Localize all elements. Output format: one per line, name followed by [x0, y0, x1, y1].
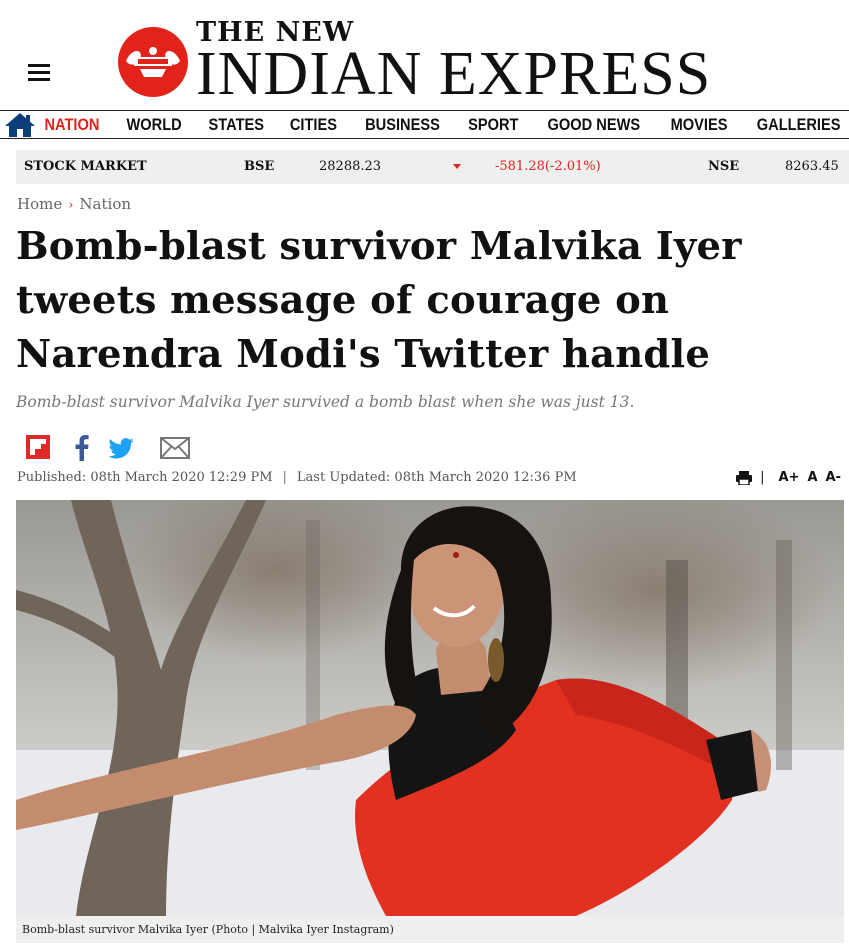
breadcrumb-home[interactable]: Home	[17, 195, 62, 213]
tools-separator: |	[760, 470, 765, 485]
nav-item-nation[interactable]: NATION	[44, 115, 99, 135]
nav-item-business[interactable]: BUSINESS	[365, 115, 440, 135]
bse-change: -581.28(-2.01%)	[495, 159, 601, 174]
down-arrow-icon	[453, 164, 461, 169]
article-meta: Published: 08th March 2020 12:29 PM | Last…	[17, 470, 577, 485]
site-header: THE NEW INDIAN EXPRESS	[0, 0, 849, 108]
meta-separator: |	[282, 470, 287, 485]
article-subhead: Bomb-blast survivor Malvika Iyer survive…	[16, 393, 635, 411]
article-photo	[16, 500, 844, 916]
font-increase-button[interactable]: A+	[779, 470, 800, 485]
nse-value: 8263.45	[785, 159, 839, 174]
breadcrumb-nation[interactable]: Nation	[79, 195, 131, 213]
email-icon[interactable]	[160, 437, 190, 459]
chevron-right-icon: ›	[68, 198, 74, 213]
logo-text-big[interactable]: INDIAN EXPRESS	[196, 43, 711, 105]
font-normal-button[interactable]: A	[807, 470, 817, 485]
facebook-icon[interactable]	[75, 435, 89, 461]
main-nav: NATION WORLD STATES CITIES BUSINESS SPOR…	[0, 110, 849, 139]
bse-label: BSE	[244, 159, 275, 174]
nse-label: NSE	[708, 159, 740, 174]
bse-value: 28288.23	[319, 159, 382, 174]
print-icon[interactable]	[736, 470, 753, 485]
logo-emblem[interactable]	[118, 27, 188, 97]
published-date: Published: 08th March 2020 12:29 PM	[17, 470, 273, 485]
stock-market-label: STOCK MARKET	[24, 159, 147, 174]
article-tools: | A+ A A-	[736, 470, 841, 485]
nav-item-states[interactable]: STATES	[208, 115, 264, 135]
nav-item-movies[interactable]: MOVIES	[670, 115, 727, 135]
updated-date: Last Updated: 08th March 2020 12:36 PM	[296, 470, 577, 485]
home-icon[interactable]	[4, 111, 36, 138]
font-decrease-button[interactable]: A-	[826, 470, 841, 485]
breadcrumb: Home › Nation	[17, 195, 131, 213]
twitter-icon[interactable]	[108, 438, 134, 459]
nav-item-world[interactable]: WORLD	[126, 115, 181, 135]
nav-item-cities[interactable]: CITIES	[290, 115, 337, 135]
nav-item-sport[interactable]: SPORT	[468, 115, 518, 135]
menu-icon[interactable]	[28, 64, 50, 82]
flipboard-icon[interactable]	[26, 435, 50, 459]
photo-caption: Bomb-blast survivor Malvika Iyer (Photo …	[16, 916, 844, 943]
article-headline: Bomb-blast survivor Malvika Iyer tweets …	[16, 224, 742, 377]
nav-item-galleries[interactable]: GALLERIES	[756, 115, 840, 135]
stock-ticker: STOCK MARKET BSE 28288.23 -581.28(-2.01%…	[16, 150, 849, 184]
nav-item-good-news[interactable]: GOOD NEWS	[548, 115, 641, 135]
